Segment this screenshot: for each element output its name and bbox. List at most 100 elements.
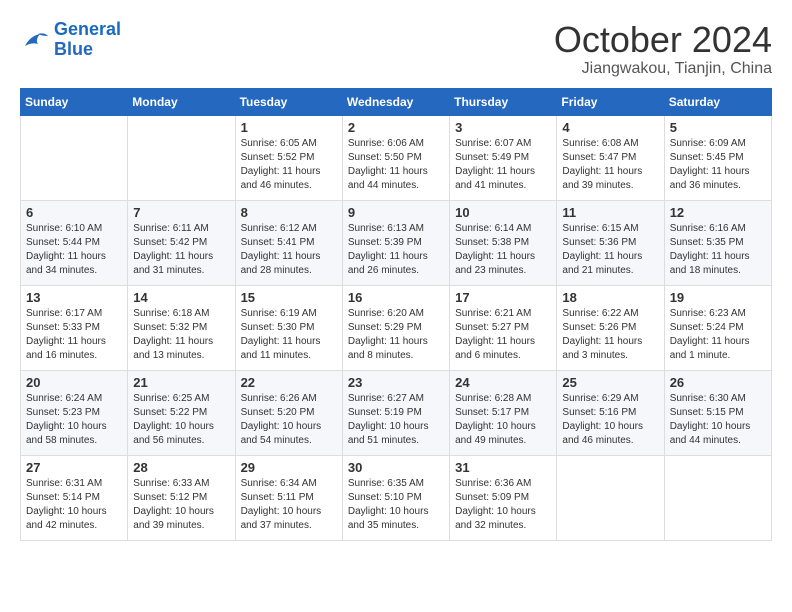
calendar-cell: 1 Sunrise: 6:05 AM Sunset: 5:52 PM Daylig…: [235, 115, 342, 200]
calendar-cell: 2 Sunrise: 6:06 AM Sunset: 5:50 PM Daylig…: [342, 115, 449, 200]
day-number: 6: [26, 205, 122, 220]
calendar-cell: 23 Sunrise: 6:27 AM Sunset: 5:19 PM Dayli…: [342, 370, 449, 455]
day-number: 4: [562, 120, 658, 135]
day-number: 24: [455, 375, 551, 390]
day-number: 11: [562, 205, 658, 220]
day-number: 8: [241, 205, 337, 220]
calendar-cell: [21, 115, 128, 200]
day-number: 9: [348, 205, 444, 220]
weekday-header-thursday: Thursday: [450, 88, 557, 115]
calendar-cell: 27Sunrise: 6:31 AM Sunset: 5:14 PM Dayli…: [21, 455, 128, 540]
day-number: 13: [26, 290, 122, 305]
title-block: October 2024 Jiangwakou, Tianjin, China: [554, 20, 772, 78]
calendar-cell: 20 Sunrise: 6:24 AM Sunset: 5:23 PM Dayli…: [21, 370, 128, 455]
location: Jiangwakou, Tianjin, China: [554, 60, 772, 78]
day-info: Sunrise: 6:05 AM Sunset: 5:52 PM Dayligh…: [241, 137, 337, 193]
calendar-cell: 18 Sunrise: 6:22 AM Sunset: 5:26 PM Dayli…: [557, 285, 664, 370]
day-info: Sunrise: 6:33 AM Sunset: 5:12 PM Dayligh…: [133, 477, 229, 533]
logo-icon: [20, 28, 50, 52]
calendar-cell: 31 Sunrise: 6:36 AM Sunset: 5:09 PM Dayli…: [450, 455, 557, 540]
day-number: 3: [455, 120, 551, 135]
day-info: Sunrise: 6:28 AM Sunset: 5:17 PM Dayligh…: [455, 392, 551, 448]
day-info: Sunrise: 6:13 AM Sunset: 5:39 PM Dayligh…: [348, 222, 444, 278]
day-number: 21: [133, 375, 229, 390]
day-number: 2: [348, 120, 444, 135]
calendar-week-row: 20 Sunrise: 6:24 AM Sunset: 5:23 PM Dayli…: [21, 370, 772, 455]
day-info: Sunrise: 6:20 AM Sunset: 5:29 PM Dayligh…: [348, 307, 444, 363]
day-number: 25: [562, 375, 658, 390]
day-number: 31: [455, 460, 551, 475]
weekday-header-sunday: Sunday: [21, 88, 128, 115]
day-info: Sunrise: 6:16 AM Sunset: 5:35 PM Dayligh…: [670, 222, 766, 278]
logo-text: General Blue: [54, 20, 121, 60]
day-number: 5: [670, 120, 766, 135]
calendar-cell: 16Sunrise: 6:20 AM Sunset: 5:29 PM Dayli…: [342, 285, 449, 370]
weekday-header-saturday: Saturday: [664, 88, 771, 115]
day-info: Sunrise: 6:27 AM Sunset: 5:19 PM Dayligh…: [348, 392, 444, 448]
calendar-cell: 7 Sunrise: 6:11 AM Sunset: 5:42 PM Daylig…: [128, 200, 235, 285]
day-number: 7: [133, 205, 229, 220]
calendar-cell: 29Sunrise: 6:34 AM Sunset: 5:11 PM Dayli…: [235, 455, 342, 540]
calendar-week-row: 1 Sunrise: 6:05 AM Sunset: 5:52 PM Daylig…: [21, 115, 772, 200]
day-number: 18: [562, 290, 658, 305]
calendar-cell: 3 Sunrise: 6:07 AM Sunset: 5:49 PM Daylig…: [450, 115, 557, 200]
day-info: Sunrise: 6:22 AM Sunset: 5:26 PM Dayligh…: [562, 307, 658, 363]
day-number: 28: [133, 460, 229, 475]
logo: General Blue: [20, 20, 121, 60]
weekday-header-tuesday: Tuesday: [235, 88, 342, 115]
calendar-cell: 13 Sunrise: 6:17 AM Sunset: 5:33 PM Dayli…: [21, 285, 128, 370]
day-number: 15: [241, 290, 337, 305]
page-header: General Blue October 2024 Jiangwakou, Ti…: [20, 20, 772, 78]
day-info: Sunrise: 6:19 AM Sunset: 5:30 PM Dayligh…: [241, 307, 337, 363]
day-info: Sunrise: 6:25 AM Sunset: 5:22 PM Dayligh…: [133, 392, 229, 448]
calendar-cell: 22Sunrise: 6:26 AM Sunset: 5:20 PM Dayli…: [235, 370, 342, 455]
calendar-cell: 11 Sunrise: 6:15 AM Sunset: 5:36 PM Dayli…: [557, 200, 664, 285]
weekday-header-wednesday: Wednesday: [342, 88, 449, 115]
day-number: 23: [348, 375, 444, 390]
day-number: 10: [455, 205, 551, 220]
day-number: 17: [455, 290, 551, 305]
day-info: Sunrise: 6:17 AM Sunset: 5:33 PM Dayligh…: [26, 307, 122, 363]
day-info: Sunrise: 6:29 AM Sunset: 5:16 PM Dayligh…: [562, 392, 658, 448]
calendar-cell: [128, 115, 235, 200]
weekday-header-monday: Monday: [128, 88, 235, 115]
calendar-cell: [664, 455, 771, 540]
day-info: Sunrise: 6:18 AM Sunset: 5:32 PM Dayligh…: [133, 307, 229, 363]
calendar-cell: 26 Sunrise: 6:30 AM Sunset: 5:15 PM Dayli…: [664, 370, 771, 455]
day-info: Sunrise: 6:07 AM Sunset: 5:49 PM Dayligh…: [455, 137, 551, 193]
day-info: Sunrise: 6:11 AM Sunset: 5:42 PM Dayligh…: [133, 222, 229, 278]
day-info: Sunrise: 6:10 AM Sunset: 5:44 PM Dayligh…: [26, 222, 122, 278]
calendar-cell: 17Sunrise: 6:21 AM Sunset: 5:27 PM Dayli…: [450, 285, 557, 370]
day-info: Sunrise: 6:12 AM Sunset: 5:41 PM Dayligh…: [241, 222, 337, 278]
day-info: Sunrise: 6:35 AM Sunset: 5:10 PM Dayligh…: [348, 477, 444, 533]
day-number: 20: [26, 375, 122, 390]
calendar-header-row: SundayMondayTuesdayWednesdayThursdayFrid…: [21, 88, 772, 115]
day-info: Sunrise: 6:30 AM Sunset: 5:15 PM Dayligh…: [670, 392, 766, 448]
day-info: Sunrise: 6:06 AM Sunset: 5:50 PM Dayligh…: [348, 137, 444, 193]
day-info: Sunrise: 6:15 AM Sunset: 5:36 PM Dayligh…: [562, 222, 658, 278]
day-info: Sunrise: 6:31 AM Sunset: 5:14 PM Dayligh…: [26, 477, 122, 533]
calendar-cell: 19 Sunrise: 6:23 AM Sunset: 5:24 PM Dayli…: [664, 285, 771, 370]
day-info: Sunrise: 6:23 AM Sunset: 5:24 PM Dayligh…: [670, 307, 766, 363]
calendar-table: SundayMondayTuesdayWednesdayThursdayFrid…: [20, 88, 772, 541]
calendar-cell: 6 Sunrise: 6:10 AM Sunset: 5:44 PM Daylig…: [21, 200, 128, 285]
calendar-cell: 30 Sunrise: 6:35 AM Sunset: 5:10 PM Dayli…: [342, 455, 449, 540]
calendar-cell: 15 Sunrise: 6:19 AM Sunset: 5:30 PM Dayli…: [235, 285, 342, 370]
calendar-cell: 4Sunrise: 6:08 AM Sunset: 5:47 PM Daylig…: [557, 115, 664, 200]
day-number: 30: [348, 460, 444, 475]
calendar-week-row: 13 Sunrise: 6:17 AM Sunset: 5:33 PM Dayli…: [21, 285, 772, 370]
calendar-cell: 12 Sunrise: 6:16 AM Sunset: 5:35 PM Dayli…: [664, 200, 771, 285]
day-number: 26: [670, 375, 766, 390]
day-number: 1: [241, 120, 337, 135]
day-number: 19: [670, 290, 766, 305]
day-number: 12: [670, 205, 766, 220]
day-number: 29: [241, 460, 337, 475]
calendar-cell: 10 Sunrise: 6:14 AM Sunset: 5:38 PM Dayli…: [450, 200, 557, 285]
day-info: Sunrise: 6:09 AM Sunset: 5:45 PM Dayligh…: [670, 137, 766, 193]
calendar-cell: 28 Sunrise: 6:33 AM Sunset: 5:12 PM Dayli…: [128, 455, 235, 540]
day-info: Sunrise: 6:36 AM Sunset: 5:09 PM Dayligh…: [455, 477, 551, 533]
day-info: Sunrise: 6:24 AM Sunset: 5:23 PM Dayligh…: [26, 392, 122, 448]
day-info: Sunrise: 6:14 AM Sunset: 5:38 PM Dayligh…: [455, 222, 551, 278]
month-title: October 2024: [554, 20, 772, 60]
day-info: Sunrise: 6:26 AM Sunset: 5:20 PM Dayligh…: [241, 392, 337, 448]
